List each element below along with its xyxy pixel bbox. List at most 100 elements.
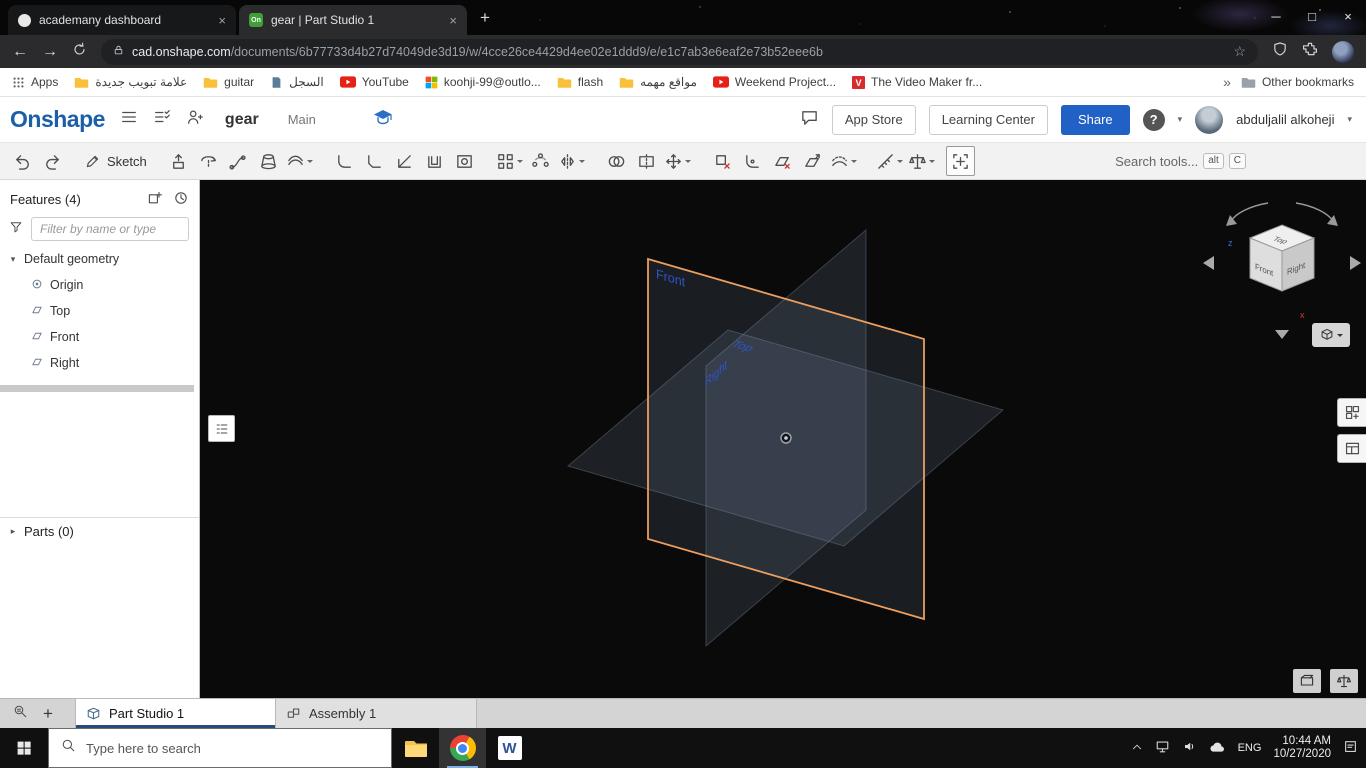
measure-button[interactable]	[874, 146, 905, 176]
learning-center-button[interactable]: Learning Center	[928, 104, 1048, 135]
rotate-right-arc[interactable]	[1295, 202, 1335, 223]
hole-button[interactable]	[450, 146, 479, 176]
sketch-button[interactable]: Sketch	[74, 146, 157, 176]
start-button[interactable]	[0, 728, 48, 768]
filter-input[interactable]	[31, 217, 189, 241]
shell-button[interactable]	[420, 146, 449, 176]
rotate-east-arrow[interactable]	[1350, 256, 1361, 270]
other-bookmarks[interactable]: Other bookmarks	[1241, 75, 1354, 89]
tray-expand-icon[interactable]	[1131, 741, 1143, 756]
bookmark-star-icon[interactable]: ☆	[1233, 43, 1246, 60]
onshape-logo[interactable]: Onshape	[10, 106, 105, 133]
fillet-button[interactable]	[330, 146, 359, 176]
search-tools-button[interactable]: Search tools... alt C	[1115, 153, 1246, 169]
chevron-down-icon[interactable]: ▾	[8, 254, 18, 265]
taskbar-search[interactable]	[48, 728, 392, 768]
help-caret-icon[interactable]: ▾	[1178, 114, 1183, 125]
chevron-right-icon[interactable]: ▸	[8, 526, 18, 537]
mass-properties-corner-button[interactable]	[1330, 669, 1358, 693]
modify-fillet-button[interactable]	[738, 146, 767, 176]
rotate-left-arc[interactable]	[1229, 202, 1269, 223]
help-button[interactable]: ?	[1142, 108, 1165, 131]
extrude-button[interactable]	[164, 146, 193, 176]
onedrive-cloud-icon[interactable]	[1209, 740, 1226, 756]
filter-funnel-icon[interactable]	[9, 220, 23, 239]
action-center-icon[interactable]	[1343, 739, 1358, 757]
bookmark-apps[interactable]: Apps	[12, 75, 58, 89]
chrome-taskbar-button[interactable]	[439, 728, 486, 768]
custom-tables-panel-button[interactable]	[1337, 434, 1366, 463]
split-button[interactable]	[632, 146, 661, 176]
insert-folder-icon[interactable]	[147, 190, 163, 209]
bookmark-weekend-project[interactable]: Weekend Project...	[712, 75, 836, 89]
bookmarks-overflow-icon[interactable]: »	[1223, 74, 1231, 90]
rotate-down-arrow[interactable]	[1275, 330, 1289, 339]
collaborators-icon[interactable]	[186, 108, 204, 131]
browser-tab-gear[interactable]: On gear | Part Studio 1 ×	[239, 5, 467, 35]
view-cube[interactable]: Top Front Right z x	[1200, 190, 1366, 345]
tree-node-origin[interactable]: Origin	[0, 272, 199, 298]
reload-button[interactable]	[72, 42, 87, 62]
comment-icon[interactable]	[800, 108, 819, 132]
address-bar[interactable]: cad.onshape.com/documents/6b77733d4b27d7…	[101, 38, 1258, 65]
revolve-button[interactable]	[194, 146, 223, 176]
move-face-button[interactable]	[798, 146, 827, 176]
versions-icon[interactable]	[153, 108, 171, 131]
offset-surface-button[interactable]	[828, 146, 859, 176]
bookmark-folder-flash[interactable]: flash	[557, 75, 603, 89]
chamfer-button[interactable]	[360, 146, 389, 176]
history-clock-icon[interactable]	[173, 190, 189, 209]
mirror-button[interactable]	[556, 146, 587, 176]
linear-pattern-button[interactable]	[494, 146, 525, 176]
redo-button[interactable]	[38, 146, 67, 176]
user-menu-caret-icon[interactable]: ▾	[1347, 114, 1352, 125]
minimize-button[interactable]: ─	[1258, 0, 1294, 32]
new-tab-button[interactable]: +	[480, 8, 490, 28]
tree-node-default-geometry[interactable]: ▾ Default geometry	[0, 246, 199, 272]
boolean-button[interactable]	[602, 146, 631, 176]
bookmark-history[interactable]: السجل	[270, 75, 324, 89]
delete-part-button[interactable]	[708, 146, 737, 176]
maximize-button[interactable]: □	[1294, 0, 1330, 32]
close-window-button[interactable]: ×	[1330, 0, 1366, 32]
circular-pattern-button[interactable]	[526, 146, 555, 176]
volume-icon[interactable]	[1182, 739, 1197, 757]
rotate-west-arrow[interactable]	[1203, 256, 1214, 270]
tree-node-front-plane[interactable]: Front	[0, 324, 199, 350]
bookmark-youtube[interactable]: YouTube	[339, 75, 409, 89]
close-tab-icon[interactable]: ×	[218, 13, 226, 28]
word-taskbar-button[interactable]: W	[486, 728, 533, 768]
tab-assembly-1[interactable]: Assembly 1	[276, 699, 477, 728]
view-options-button[interactable]	[1312, 323, 1350, 347]
workspace-name[interactable]: Main	[288, 112, 316, 127]
share-button[interactable]: Share	[1060, 104, 1130, 135]
add-tab-button[interactable]: +	[43, 704, 53, 724]
bookmark-outlook[interactable]: koohji-99@outlo...	[425, 75, 541, 89]
center-view-button[interactable]	[945, 146, 975, 176]
network-icon[interactable]	[1155, 739, 1170, 757]
back-button[interactable]: ←	[12, 43, 28, 60]
tree-node-top-plane[interactable]: Top	[0, 298, 199, 324]
transform-button[interactable]	[662, 146, 693, 176]
taskbar-clock[interactable]: 10:44 AM 10/27/2020	[1273, 735, 1331, 761]
close-tab-icon[interactable]: ×	[449, 13, 457, 28]
undo-button[interactable]	[8, 146, 37, 176]
feature-list-flyout-button[interactable]	[208, 415, 235, 442]
horizontal-scrollbar[interactable]	[0, 385, 194, 392]
language-indicator[interactable]: ENG	[1238, 742, 1262, 754]
delete-face-button[interactable]	[768, 146, 797, 176]
loft-button[interactable]	[254, 146, 283, 176]
sweep-button[interactable]	[224, 146, 253, 176]
section-view-button[interactable]	[1293, 669, 1321, 693]
document-menu-icon[interactable]	[120, 108, 138, 131]
draft-button[interactable]	[390, 146, 419, 176]
viewport-3d[interactable]: Front Top Right Top Front Right z x	[200, 180, 1366, 698]
app-store-button[interactable]: App Store	[831, 104, 916, 135]
tree-node-right-plane[interactable]: Right	[0, 350, 199, 376]
tab-part-studio-1[interactable]: Part Studio 1	[75, 699, 276, 728]
file-explorer-taskbar-button[interactable]	[392, 728, 439, 768]
extensions-puzzle-icon[interactable]	[1302, 41, 1318, 62]
forward-button[interactable]: →	[42, 43, 58, 60]
user-avatar[interactable]	[1195, 105, 1224, 134]
configurations-panel-button[interactable]	[1337, 398, 1366, 427]
